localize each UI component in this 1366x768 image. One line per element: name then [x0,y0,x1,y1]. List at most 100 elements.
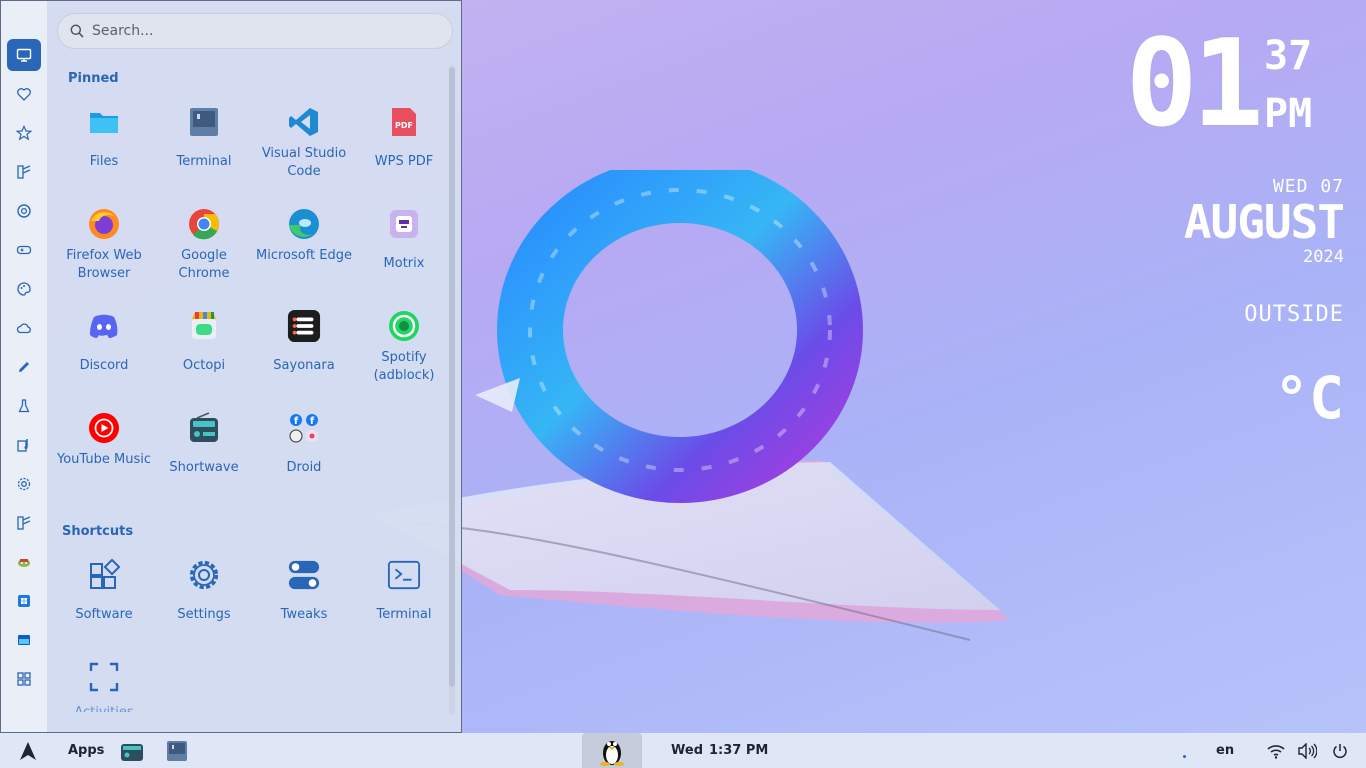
shortcut-label: Settings [177,607,231,622]
shortcut-software[interactable]: Software [54,558,154,624]
taskbar-time[interactable]: 1:37 PM [709,733,768,768]
search-box[interactable] [57,13,453,49]
pencil-icon [19,362,29,372]
wallpaper-art [370,170,1010,641]
shortcut-label: Activities [54,704,154,712]
monitor-icon [16,48,32,62]
app-label: Octopi [182,358,226,373]
app-label: Terminal [176,154,232,169]
category-all[interactable] [7,39,41,71]
category-system[interactable] [7,663,41,695]
category-windows-programs[interactable] [7,624,41,656]
keyboard-language[interactable]: en [1216,733,1234,768]
app-label: Discord [79,358,129,373]
pdf-icon: PDF [387,105,421,139]
octopi-icon [187,309,221,343]
search-input[interactable] [92,23,432,39]
date-month: AUGUST [1183,195,1345,249]
grid-icon [17,672,31,686]
terminal-prompt-icon [387,558,421,592]
app-label: Files [89,154,119,169]
spotify-icon [387,309,421,343]
volume-button[interactable] [1295,739,1319,763]
shortcut-label: Tweaks [280,607,328,622]
music-icon [17,439,28,452]
app-spotify-adblock[interactable]: Spotify (adblock) [354,309,454,385]
apps-button[interactable]: Apps [68,733,104,768]
category-graphics[interactable] [7,273,41,305]
app-files[interactable]: Files [54,105,154,171]
activities-icon [87,660,121,694]
shortcut-terminal[interactable]: Terminal [354,558,454,624]
taskbar-tux-button[interactable] [582,733,642,768]
category-windows-apps[interactable] [7,585,41,617]
app-vscode[interactable]: Visual Studio Code [254,105,354,181]
wine-icon [18,559,30,567]
shortcut-activities[interactable]: Activities [54,660,154,712]
app-label: WPS PDF [374,154,434,169]
category-games[interactable] [7,234,41,266]
folder-icon [87,105,121,139]
app-label: Motrix [383,256,425,271]
app-motrix[interactable]: Motrix [354,207,454,273]
app-octopi[interactable]: Octopi [154,309,254,375]
power-button[interactable] [1328,739,1352,763]
search-icon [70,24,84,38]
app-menu: Pinned Files Terminal Visual Studio Code… [0,0,462,733]
date-year: 2024 [1303,247,1344,267]
terminal-icon [187,105,221,139]
app-discord[interactable]: Discord [54,309,154,375]
clock-hour: 01 [1125,15,1264,154]
app-label: Droid [286,460,322,475]
category-sidebar [1,1,47,732]
category-internet[interactable] [7,195,41,227]
category-wine[interactable] [7,546,41,578]
app-sayonara[interactable]: Sayonara [254,309,354,375]
edge-icon [287,207,321,241]
pinned-section-title: Pinned [68,71,119,86]
shortcut-tweaks[interactable]: Tweaks [254,558,354,624]
taskbar: Apps Wed 1:37 PM en [0,733,1366,768]
category-multimedia[interactable] [7,156,41,188]
app-label: Google Chrome [178,248,230,281]
app-terminal[interactable]: Terminal [154,105,254,171]
category-office[interactable] [7,351,41,383]
svg-text:PDF: PDF [395,121,413,130]
category-science[interactable] [7,390,41,422]
category-settings[interactable] [7,468,41,500]
network-button[interactable] [1264,739,1288,763]
app-shortwave[interactable]: Shortwave [154,411,254,477]
date-weekday-day: WED 07 [1272,176,1344,197]
menu-scrollbar-thumb[interactable] [449,67,455,687]
shortcut-settings[interactable]: Settings [154,558,254,624]
power-icon [1333,744,1347,759]
app-firefox[interactable]: Firefox Web Browser [54,207,154,283]
gamepad-icon [16,245,32,255]
taskbar-terminal[interactable] [165,739,189,763]
taskbar-weekday[interactable]: Wed [671,733,703,768]
chrome-icon [187,207,221,241]
category-network[interactable] [7,312,41,344]
film-icon [17,165,31,179]
app-youtube-music[interactable]: YouTube Music [54,411,154,469]
taskbar-shortwave[interactable] [120,739,144,763]
app-wps-pdf[interactable]: PDF WPS PDF [354,105,454,171]
category-sound-video[interactable] [7,429,41,461]
firefox-icon [87,207,121,241]
category-starred[interactable] [7,117,41,149]
toggle-icon [287,558,321,592]
app-microsoft-edge[interactable]: Microsoft Edge [254,207,354,265]
tray-indicator[interactable] [1172,739,1196,763]
arch-launcher-button[interactable] [16,739,40,763]
droid-icon: ff [287,411,321,445]
clock-minute: 37 [1264,33,1313,79]
app-google-chrome[interactable]: Google Chrome [154,207,254,283]
app-droid[interactable]: ff Droid [254,411,354,477]
category-video[interactable] [7,507,41,539]
app-label: Sayonara [273,358,335,373]
settings-gear-icon [187,558,221,592]
app-label: YouTube Music [57,452,151,467]
shortcut-label: Software [75,607,133,622]
category-favorites[interactable] [7,78,41,110]
svg-text:f: f [294,416,299,427]
